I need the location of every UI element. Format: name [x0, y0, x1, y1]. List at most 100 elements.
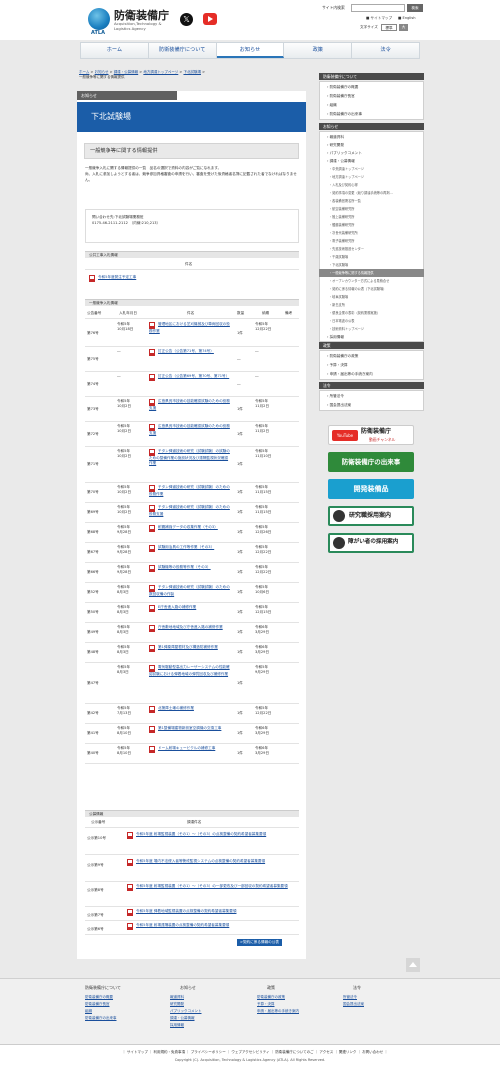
bid-item[interactable]: 試験用治具の工作等作業（その3） [149, 545, 231, 552]
events-banner[interactable]: 防衛装備庁の出来事 [328, 452, 414, 472]
footer-link[interactable]: 報道資料 [170, 995, 184, 1000]
sidebar-item[interactable]: ・千歳試験場 [319, 253, 424, 261]
bid-link[interactable]: 庁舎敷地地域及び庁舎進入路の補修作業 [158, 625, 223, 629]
sidebar-item[interactable]: › 組織 [319, 101, 424, 110]
equipment-banner[interactable]: 開発装備品 [328, 479, 414, 499]
bid-item[interactable]: 庁舎敷地地域及び庁舎進入路の補修作業 [149, 625, 231, 632]
sidebar-item[interactable]: › 報道資料 [319, 133, 424, 141]
breadcrumb-news[interactable]: お知らせ [95, 70, 109, 74]
notice-item[interactable]: 令和5年度 射場遠隔装置の点検整備の契約希望者募集要領 [127, 923, 297, 930]
bid-link[interactable]: 試験用治具の工作等作業（その3） [158, 545, 214, 549]
footer-link[interactable]: パブリックコメント [170, 1009, 202, 1014]
footer-link[interactable]: 調達・公募情報 [170, 1016, 195, 1021]
sidebar-item[interactable]: › 研究開発 [319, 141, 424, 149]
sidebar-item[interactable]: ・新島支所 [319, 301, 424, 309]
nav-home[interactable]: ホーム [81, 43, 149, 58]
bid-item[interactable]: 第1整備場建物新設室空調機の交換工事 [149, 726, 231, 733]
notice-item[interactable]: 令和5年度 場内不法侵入者等警戒監視システムの点検整備の契約希望者募集要領 [127, 859, 297, 866]
bid-item[interactable]: E庁舎進入路の補修作業 [149, 605, 231, 612]
sidebar-item[interactable]: › 防衛装備庁長官 [319, 92, 424, 101]
sidebar-item[interactable]: ・陸上装備研究所 [319, 213, 424, 221]
sitemap-link[interactable]: ■ サイトマップ [366, 16, 392, 21]
bid-link[interactable]: 管理地区における芝刈機械及び車両回収の役務作業 [149, 322, 230, 333]
sidebar-item[interactable]: ・技術資料トップページ [319, 325, 424, 333]
sidebar-item[interactable]: › 申請・届出等の手続き案内 [319, 370, 424, 379]
bid-link[interactable]: 電気駆動型高出力レーザーシステムの性能確認試験における弾着地域の弾質回収及び補修… [149, 665, 230, 676]
bid-link[interactable]: チタン弾道技術の研究（試験試験）のための役務作業 [149, 485, 230, 496]
fontsize-large-button[interactable]: 大 [399, 24, 408, 31]
sidebar-item[interactable]: ・契約に係る情報の公表（下北試験場） [319, 285, 424, 293]
bid-item[interactable]: チタン弾道技術の研究（試験試験）の試験のための整備作業の施設状況及び遠隔監視状況… [149, 449, 231, 466]
bid-item[interactable]: 管理地区における芝刈機械及び車両回収の役務作業 [149, 322, 231, 334]
bid-link[interactable]: 北第庫土壌の補修作業 [158, 706, 194, 710]
bid-link[interactable]: 訂正公告（公告第71号、第74号） [158, 349, 214, 353]
bid-link[interactable]: 耐震補強データの収集作業（その3） [158, 525, 218, 529]
bid-link[interactable]: 広島県呉市技術の技能確認試験のための役務支援 [149, 424, 230, 435]
notice-item[interactable]: 令和5年度 射場監視装置（その1）～（その3）の点検整備の契約希望者募集要領 [127, 832, 297, 839]
notice-item[interactable]: 令和5年度 射場監視装置（その1）～（その3）の一部更改及び一部回収の契約希望者… [127, 884, 297, 891]
sidebar-item[interactable]: ・航空装備研究所 [319, 205, 424, 213]
footer-link[interactable]: 申請・届出等の手続き案内 [257, 1009, 299, 1014]
nav-policy[interactable]: 政策 [284, 43, 353, 58]
sidebar-item[interactable]: › 防衛装備庁の出来事 [319, 110, 424, 119]
notice-link[interactable]: 令和5年度 射場監視装置（その1）～（その3）の点検整備の契約希望者募集要領 [136, 832, 266, 836]
sidebar-item[interactable]: ・先進技術推進センター [319, 245, 424, 253]
footer-link[interactable]: 予算・決算 [257, 1002, 275, 1007]
sidebar-item[interactable]: ・岐阜試験場 [319, 293, 424, 301]
bid-item[interactable]: チタン弾道技術の研究（試験試験）のための数回収備の作製 [149, 585, 231, 597]
footer-link[interactable]: 研究開発 [170, 1002, 184, 1007]
notice-link[interactable]: 令和5年度 射場監視装置（その1）～（その3）の一部更改及び一部回収の契約希望者… [136, 884, 288, 888]
bid-item[interactable]: チタン弾道技術の研究（試験試験）のための役務作業 [149, 485, 231, 497]
sidebar-item[interactable]: ・下北試験場 [319, 261, 424, 269]
nav-news[interactable]: お知らせ [216, 43, 285, 58]
sidebar-item[interactable]: ・次世代装備研究所 [319, 229, 424, 237]
bid-link[interactable]: E庁舎進入路の補修作業 [158, 605, 196, 609]
footer-link[interactable]: 防衛装備庁の出来事 [85, 1016, 117, 1021]
search-input[interactable] [351, 4, 405, 12]
footer-link[interactable]: 所管法令 [343, 995, 357, 1000]
contract-info-button[interactable]: >契約に係る情報の公表 [237, 939, 282, 947]
sidebar-item[interactable]: › 調達・公募情報 [319, 157, 424, 165]
sidebar-item[interactable]: › 防衛装備庁の概要 [319, 83, 424, 92]
page-top-button[interactable] [406, 958, 420, 972]
sidebar-item[interactable]: › 採用情報 [319, 333, 424, 341]
footer-link[interactable]: 防衛装備庁の政策 [257, 995, 285, 1000]
bid-item[interactable]: 試験機等の役務等作業（その3） [149, 565, 231, 572]
x-twitter-icon[interactable]: 𝕏 [180, 13, 193, 26]
bid-item[interactable]: 訂正公告（公告第71号、第74号） [149, 349, 231, 356]
disability-recruit-banner[interactable]: 障がい者の採用案内 [328, 533, 414, 553]
bid-link[interactable]: 訂正公告（公告第69号、第70号、第71号） [158, 374, 229, 378]
bid-item[interactable]: チタン弾道技術の研究（試験試験）のための役務支援 [149, 505, 231, 517]
nav-law[interactable]: 法令 [352, 43, 419, 58]
sidebar-item[interactable]: ・入札及び契約心得 [319, 181, 424, 189]
footer-link[interactable]: 採用情報 [170, 1023, 184, 1028]
atla-logo-icon[interactable] [88, 8, 110, 30]
sidebar-item[interactable]: ・電子装備研究所 [319, 237, 424, 245]
sidebar-item[interactable]: ・中央調達トップページ [319, 165, 424, 173]
sidebar-item[interactable]: ・各装備官署名所一覧 [319, 197, 424, 205]
bid-item[interactable]: 訂正公告（公告第69号、第70号、第71号） [149, 374, 231, 381]
research-recruit-banner[interactable]: 研究職採用案内 [328, 506, 414, 526]
breadcrumb-shimokita[interactable]: 下北試験場 [183, 70, 201, 74]
sidebar-item[interactable]: ・地方調達トップページ [319, 173, 424, 181]
bid-item[interactable]: 耐震補強データの収集作業（その3） [149, 525, 231, 532]
sidebar-item[interactable]: ・日本電波の公表 [319, 317, 424, 325]
bid-item[interactable]: 広島県呉市技術の技能確認試験のための役務支援 [149, 424, 231, 436]
footer-nav[interactable]: ｜ サイトマップ ｜ 利用規約・免責事項 ｜ プライバシーポリシー ｜ ウェブア… [95, 1050, 415, 1055]
public-works-item[interactable]: 令和5年度発注予定工事 [89, 275, 136, 282]
english-link[interactable]: ■ English [398, 16, 416, 21]
footer-link[interactable]: 国会提出法案 [343, 1002, 364, 1007]
footer-link[interactable]: 防衛装備庁長官 [85, 1002, 110, 1007]
youtube-channel-banner[interactable]: YouTube 防衛装備庁 動画チャンネル [328, 425, 414, 445]
bid-link[interactable]: 第1弾薬庫屋根材及び構造防補修作業 [158, 645, 218, 649]
bid-item[interactable]: 第1弾薬庫屋根材及び構造防補修作業 [149, 645, 231, 652]
sidebar-item[interactable]: › 防衛装備庁の政策 [319, 352, 424, 361]
sidebar-item[interactable]: ・契約事項の変更（競り調達手続等の再掲… [319, 189, 424, 197]
sidebar-item[interactable]: › 国会提出法案 [319, 401, 424, 410]
notice-item[interactable]: 令和5年度 弾着地域監視装置の点検整備の契約希望者募集要領 [127, 909, 297, 916]
nav-about[interactable]: 防衛装備庁について [149, 43, 217, 58]
bid-item[interactable]: 電気駆動型高出力レーザーシステムの性能確認試験における弾着地域の弾質回収及び補修… [149, 665, 231, 677]
search-button[interactable]: 検索 [407, 4, 423, 12]
bid-link[interactable]: チタン弾道技術の研究（試験試験）の試験のための整備作業の施設状況及び遠隔監視状況… [149, 449, 230, 465]
bid-item[interactable]: 北第庫土壌の補修作業 [149, 706, 231, 713]
